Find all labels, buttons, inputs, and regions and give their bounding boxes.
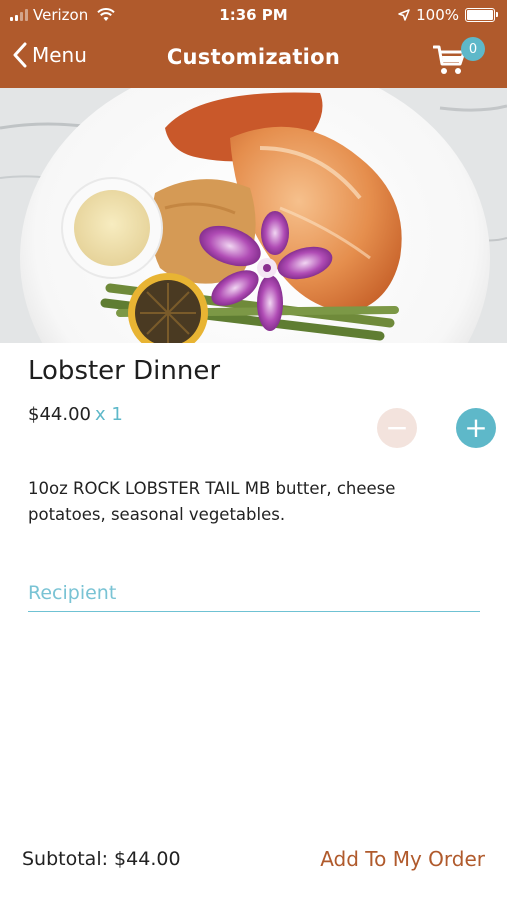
decrease-quantity-button[interactable]: − — [377, 408, 417, 448]
lobster-dinner-image — [0, 88, 507, 343]
status-bar: Verizon 1:36 PM 100% — [0, 0, 507, 30]
item-description: 10oz ROCK LOBSTER TAIL MB butter, cheese… — [28, 479, 396, 524]
increase-quantity-button[interactable]: + — [456, 408, 496, 448]
app-header: Verizon 1:36 PM 100% Menu Customization — [0, 0, 507, 88]
recipient-input[interactable] — [28, 574, 480, 612]
nav-bar: Menu Customization 0 — [0, 30, 507, 88]
battery-icon — [465, 8, 498, 22]
subtotal-label: Subtotal: $44.00 — [22, 848, 181, 870]
minus-icon: − — [385, 411, 409, 444]
item-name: Lobster Dinner — [28, 356, 221, 386]
add-to-order-button[interactable]: Add To My Order — [320, 847, 485, 871]
battery-info: 100% — [398, 6, 498, 24]
item-quantity: x 1 — [94, 404, 123, 425]
plus-icon: + — [464, 411, 488, 444]
item-price: $44.00 — [28, 404, 91, 425]
location-arrow-icon — [398, 9, 410, 21]
item-photo — [0, 88, 507, 343]
cart-button[interactable]: 0 — [433, 37, 485, 78]
cart-count-badge: 0 — [461, 37, 485, 61]
page-title: Customization — [166, 45, 341, 69]
battery-percent: 100% — [416, 6, 459, 24]
price-row: $44.00 x 1 — [28, 404, 123, 425]
